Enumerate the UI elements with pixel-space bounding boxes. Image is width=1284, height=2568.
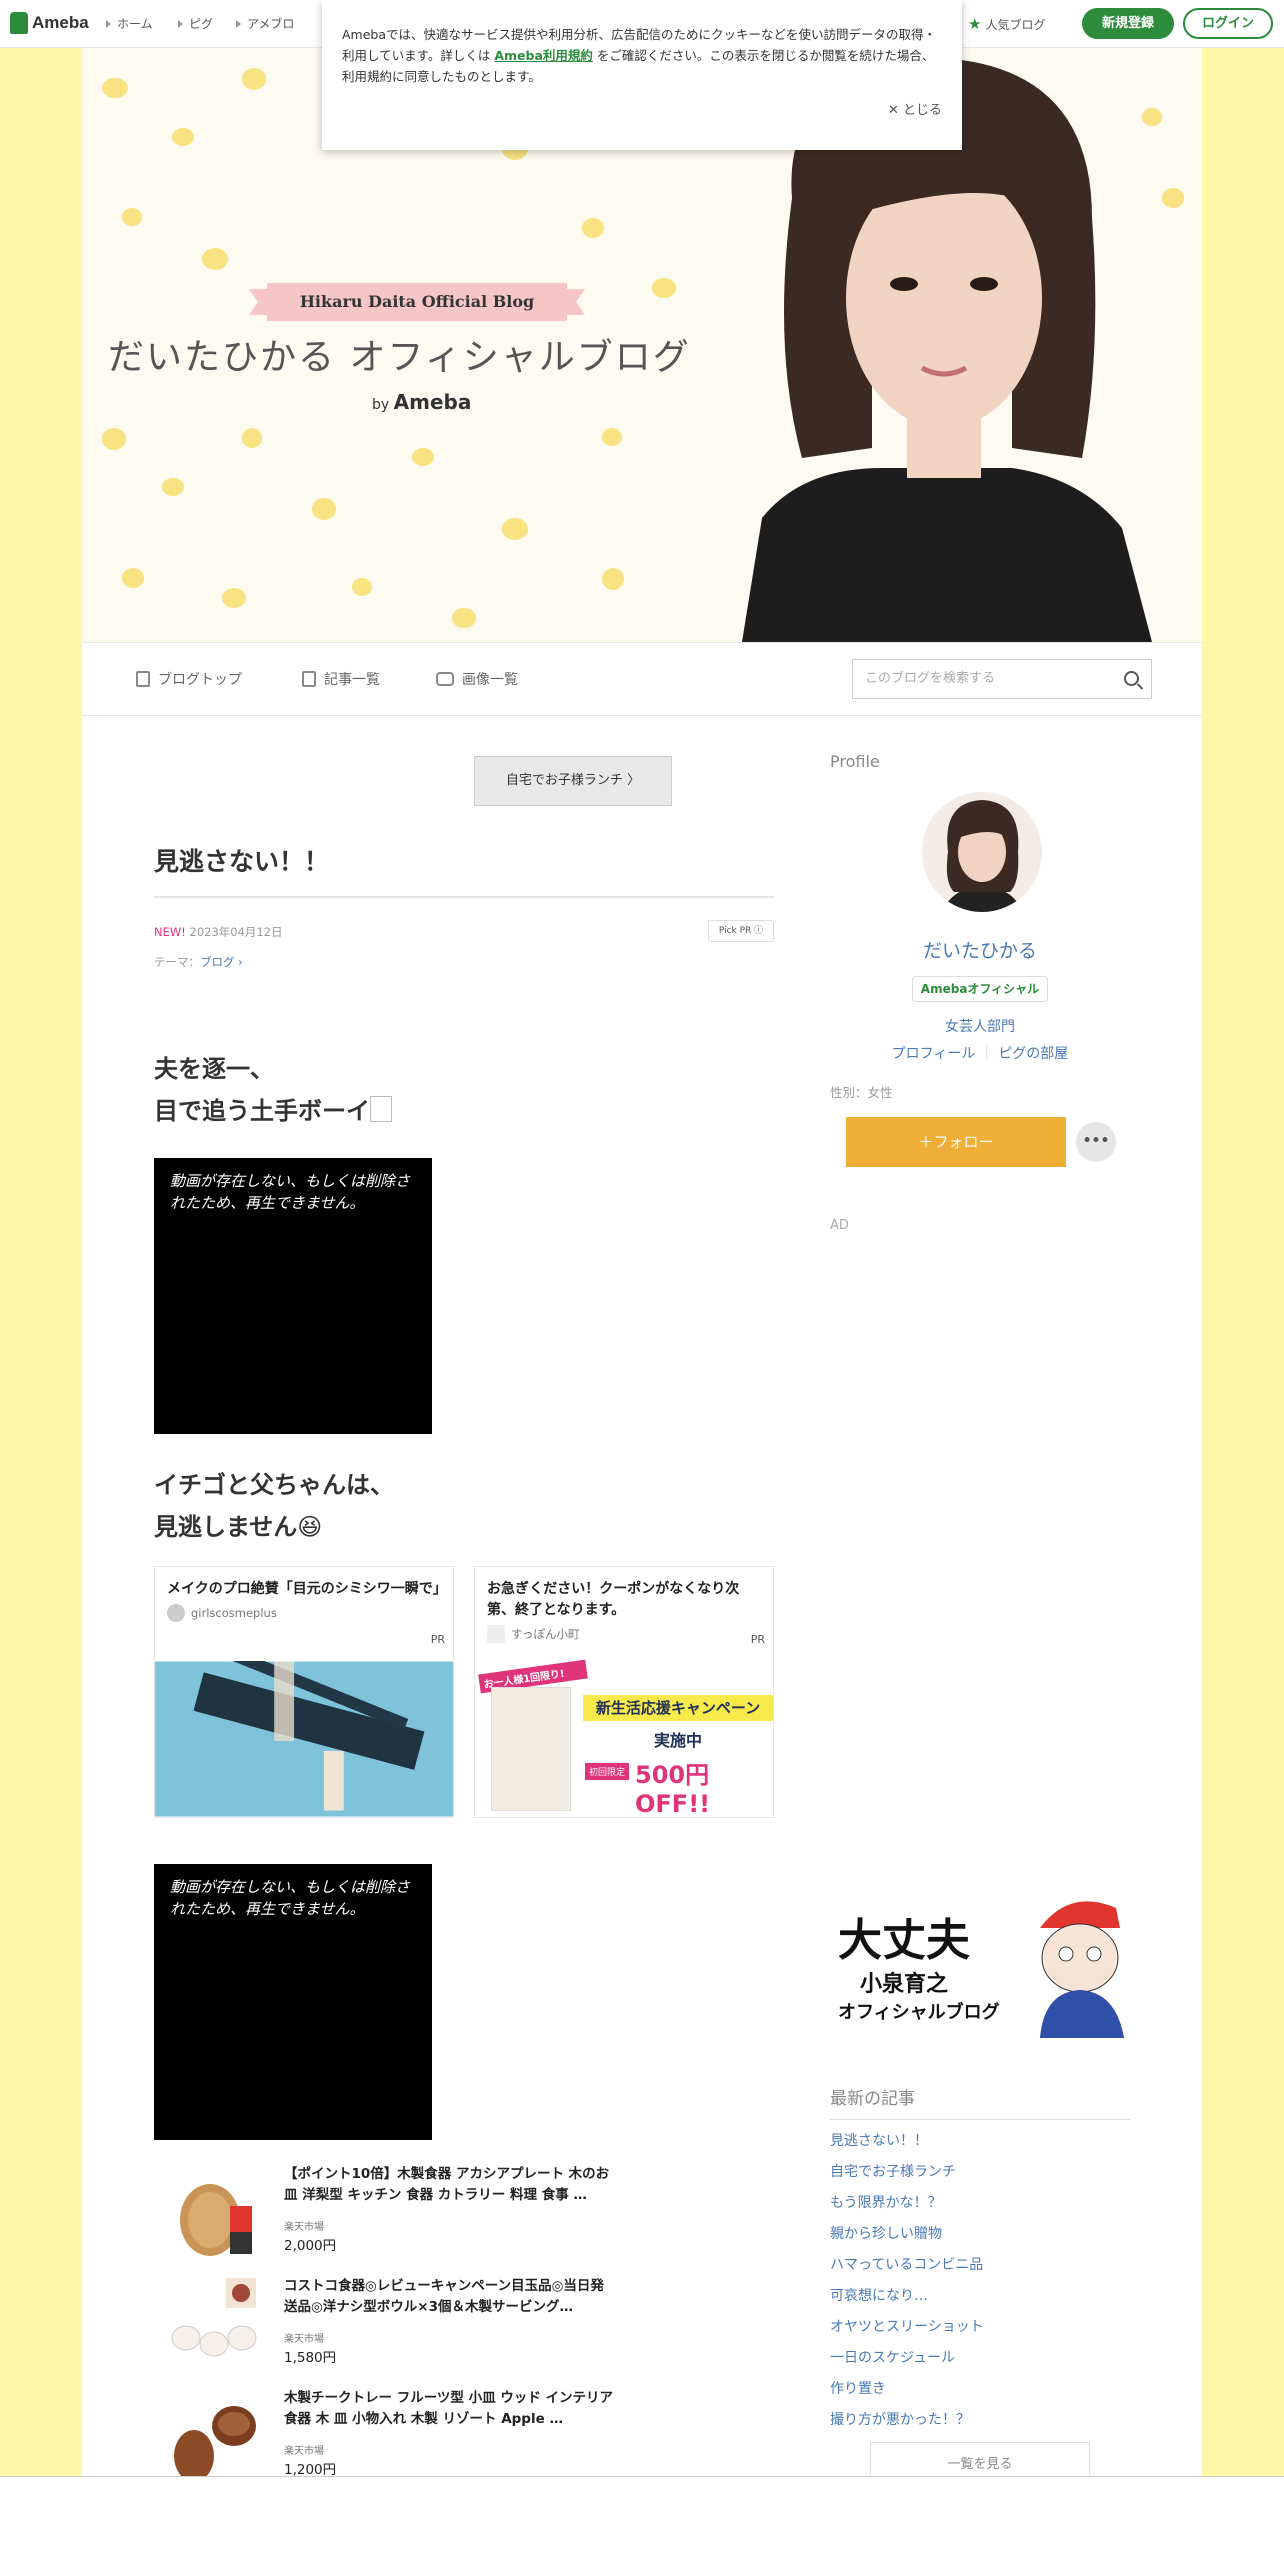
main-content: ブログトップ 記事一覧 画像一覧 このブログを検索する 自宅でお子様ランチ 〉 …	[82, 642, 1202, 2488]
ad-image: お一人様1回限り! 新生活応援キャンペーン 実施中 初回限定 500円OFF!!	[475, 1659, 773, 1817]
official-badge: Amebaオフィシャル	[912, 976, 1048, 1002]
nav-ameblo[interactable]: アメブロ	[236, 15, 294, 32]
popular-blog-link[interactable]: ★ 人気ブログ	[968, 15, 1045, 33]
latest-article-link[interactable]: ハマっているコンビニ品	[830, 2254, 1130, 2274]
product-price: 1,580円	[284, 2350, 337, 2366]
product-thumbnail	[171, 2278, 257, 2357]
latest-article-link[interactable]: 見逃さない！！	[830, 2130, 1130, 2150]
profile-link[interactable]: プロフィール	[892, 1046, 976, 1062]
profile-name[interactable]: だいたひかる	[830, 936, 1130, 963]
product-name: 【ポイント10倍】木製食器 アカシアプレート 木のお皿 洋梨型 キッチン 食器 …	[284, 2166, 610, 2203]
pick-pr-button[interactable]: Pick PR ⓘ	[708, 920, 774, 942]
blog-title[interactable]: だいたひかる オフィシャルブログ	[108, 328, 728, 380]
product-shop: 楽天市場	[284, 2446, 324, 2457]
ad-source: すっぽん小町	[475, 1625, 773, 1643]
ad-card[interactable]: メイクのプロ絶賛「目元のシミシワ一瞬で」 girlscosmeplus PR	[154, 1566, 454, 1818]
theme-row: テーマ：ブログ ›	[154, 955, 243, 969]
ad-title: メイクのプロ絶賛「目元のシミシワ一瞬で」	[167, 1581, 447, 1597]
ameba-logo[interactable]: Ameba	[10, 12, 89, 34]
cookie-close-button[interactable]: ✕ とじる	[888, 100, 942, 121]
broken-image-icon	[370, 1096, 392, 1122]
footer-bar	[0, 2476, 1284, 2568]
cookie-notice: Amebaでは、快適なサービス提供や利用分析、広告配信のためにクッキーなどを使い…	[322, 0, 962, 150]
entry-date: 2023年04月12日	[189, 925, 283, 939]
blog-nav: ブログトップ 記事一覧 画像一覧 このブログを検索する	[82, 642, 1202, 716]
product-shop: 楽天市場	[284, 2334, 324, 2345]
login-button[interactable]: ログイン	[1183, 8, 1273, 39]
nav-pig[interactable]: ピグ	[178, 15, 213, 32]
product-price: 2,000円	[284, 2238, 337, 2254]
divider	[154, 896, 774, 898]
ameba-logo-icon	[10, 12, 28, 34]
new-badge: NEW!	[154, 925, 186, 939]
latest-article-link[interactable]: 可哀想になり…	[830, 2285, 1130, 2305]
video-player[interactable]: 動画が存在しない、もしくは削除されたため、再生できません。	[154, 1158, 432, 1434]
profile-heading: Profile	[830, 752, 880, 771]
profile-avatar[interactable]	[922, 792, 1042, 912]
triangle-icon	[236, 19, 241, 28]
latest-article-link[interactable]: 自宅でお子様ランチ	[830, 2161, 1130, 2181]
latest-article-link[interactable]: 一日のスケジュール	[830, 2347, 1130, 2367]
pr-label: PR	[750, 1633, 765, 1646]
latest-article-link[interactable]: 作り置き	[830, 2378, 1130, 2398]
latest-article-link[interactable]: 親から珍しい贈物	[830, 2223, 1130, 2243]
terms-link[interactable]: Ameba利用規約	[494, 48, 593, 63]
product-item[interactable]: 【ポイント10倍】木製食器 アカシアプレート 木のお皿 洋梨型 キッチン 食器 …	[164, 2162, 624, 2274]
camera-icon	[436, 672, 454, 686]
source-avatar	[487, 1625, 505, 1643]
star-icon: ★	[968, 15, 982, 33]
more-button[interactable]: •••	[1076, 1122, 1116, 1162]
search-icon[interactable]	[1124, 671, 1139, 686]
image-list-link[interactable]: 画像一覧	[436, 669, 518, 689]
video-player[interactable]: 動画が存在しない、もしくは削除されたため、再生できません。	[154, 1864, 432, 2140]
ad-image	[155, 1661, 453, 1817]
ad-card[interactable]: お急ぎください！クーポンがなくなり次第、終了となります。 すっぽん小町 PR お…	[474, 1566, 774, 1818]
sidebar-banner[interactable]: 大丈夫 小泉育之 オフィシャルブログ	[830, 1888, 1130, 2038]
profile-links: プロフィール ｜ ピグの部屋	[891, 1046, 1069, 1062]
close-icon: ✕	[887, 103, 903, 118]
product-price: 1,200円	[284, 2462, 337, 2478]
latest-article-link[interactable]: オヤツとスリーショット	[830, 2316, 1130, 2336]
chevron-right-icon: 〉	[622, 773, 641, 788]
paragraph-1: 夫を逐一、 目で追う土手ボーイ	[154, 1048, 392, 1132]
banner-illustration	[1040, 1901, 1124, 2038]
product-thumbnail	[180, 2184, 252, 2256]
triangle-icon	[106, 19, 111, 28]
source-avatar	[167, 1604, 185, 1622]
blog-search-input[interactable]: このブログを検索する	[852, 659, 1152, 699]
ad-title: お急ぎください！クーポンがなくなり次第、終了となります。	[487, 1581, 740, 1618]
entry-title[interactable]: 見逃さない！！	[154, 842, 329, 878]
product-item[interactable]: コストコ食器◎レビューキャンペーン目玉品◎当日発送品◎洋ナシ型ボウル×3個＆木製…	[164, 2274, 624, 2386]
ad-source: girlscosmeplus	[155, 1604, 453, 1622]
latest-articles-heading: 最新の記事	[830, 2084, 1130, 2120]
product-name: 木製チークトレー フルーツ型 小皿 ウッド インテリア 食器 木 皿 小物入れ …	[284, 2390, 614, 2427]
follow-button[interactable]: ＋フォロー	[846, 1117, 1066, 1167]
category-link[interactable]: 女芸人部門	[830, 1016, 1130, 1036]
product-thumbnail	[174, 2406, 256, 2482]
blog-ribbon: Hikaru Daita Official Blog	[267, 283, 567, 321]
nav-home[interactable]: ホーム	[106, 15, 153, 32]
paragraph-2: イチゴと父ちゃんは、 見逃しません😆	[154, 1471, 394, 1541]
article-list-link[interactable]: 記事一覧	[302, 669, 380, 689]
blog-top-link[interactable]: ブログトップ	[136, 669, 242, 689]
pig-room-link[interactable]: ピグの部屋	[998, 1046, 1068, 1062]
chevron-right-icon: ›	[234, 955, 243, 969]
ad-label: AD	[830, 1218, 849, 1233]
copy-icon	[302, 671, 316, 687]
entry-date-row: NEW! 2023年04月12日	[154, 924, 283, 940]
product-name: コストコ食器◎レビューキャンペーン目玉品◎当日発送品◎洋ナシ型ボウル×3個＆木製…	[284, 2278, 604, 2315]
by-ameba: by Ameba	[372, 390, 472, 414]
prev-entry-button[interactable]: 自宅でお子様ランチ 〉	[474, 756, 672, 806]
latest-article-link[interactable]: 撮り方が悪かった！？	[830, 2409, 1130, 2429]
theme-link[interactable]: ブログ	[200, 955, 235, 969]
product-shop: 楽天市場	[284, 2222, 324, 2233]
gender-info: 性別：女性	[830, 1085, 893, 1100]
document-icon	[136, 671, 150, 687]
triangle-icon	[178, 19, 183, 28]
register-button[interactable]: 新規登録	[1082, 8, 1174, 39]
pr-label: PR	[430, 1633, 445, 1646]
latest-article-link[interactable]: もう限界かな！？	[830, 2192, 1130, 2212]
